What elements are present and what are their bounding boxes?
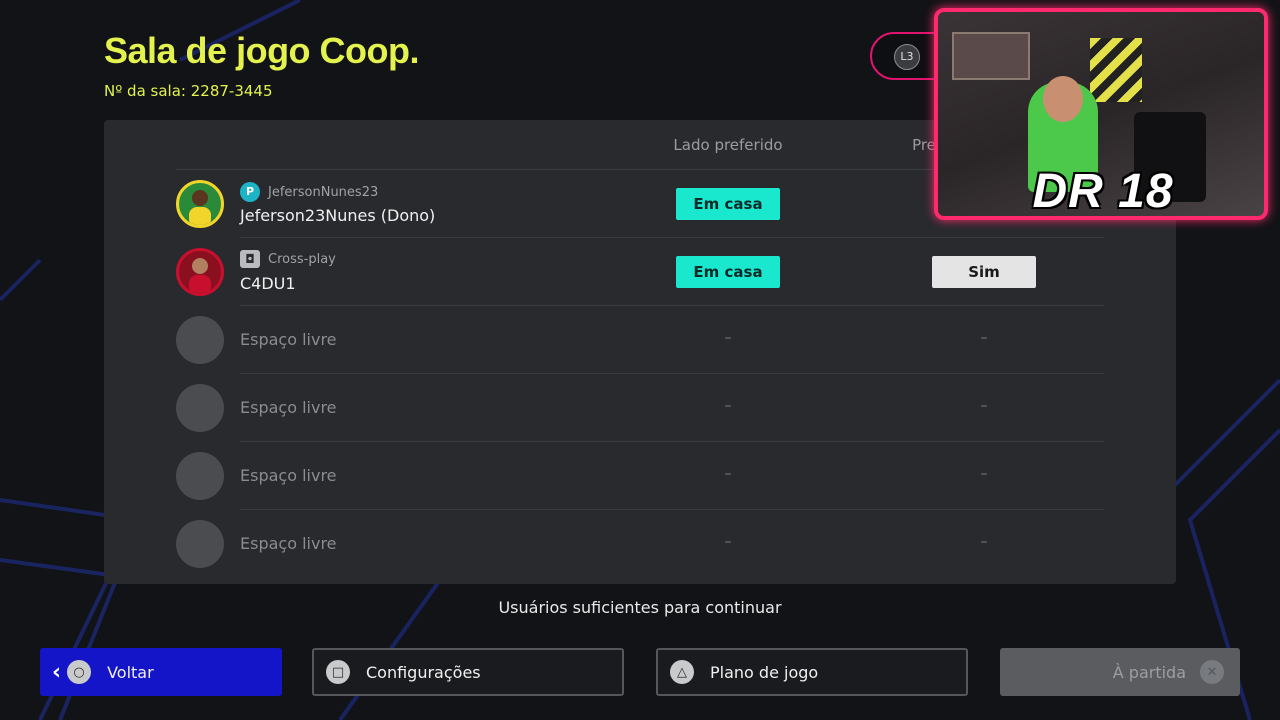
cross-button-icon: ✕ — [1200, 660, 1224, 684]
back-label: Voltar — [107, 662, 154, 682]
empty-side: – — [724, 534, 732, 550]
square-button-icon: □ — [326, 660, 350, 684]
settings-label: Configurações — [366, 662, 481, 682]
streamer-head — [1043, 76, 1083, 122]
streamer-name: DR 18 GAMER — [1032, 165, 1174, 218]
table-row[interactable]: Espaço livre – – — [104, 442, 1176, 510]
empty-ready: – — [980, 330, 988, 346]
column-preferred-side: Lado preferido — [673, 136, 783, 154]
to-match-button[interactable]: À partida ✕ — [1000, 648, 1240, 696]
player-name: Jeferson23Nunes (Dono) — [240, 206, 436, 225]
table-row[interactable]: Espaço livre – – — [104, 306, 1176, 374]
avatar-placeholder — [176, 316, 224, 364]
to-match-label: À partida — [1112, 662, 1186, 682]
page-title: Sala de jogo Coop. — [104, 30, 420, 71]
free-slot-label: Espaço livre — [240, 534, 337, 553]
preferred-side-button[interactable]: Em casa — [676, 256, 780, 288]
playstation-icon: P — [240, 182, 260, 202]
ready-button[interactable]: Sim — [932, 256, 1036, 288]
empty-ready: – — [980, 534, 988, 550]
avatar-placeholder — [176, 384, 224, 432]
l3-button-icon: L3 — [894, 44, 920, 70]
free-slot-label: Espaço livre — [240, 330, 337, 349]
empty-side: – — [724, 398, 732, 414]
free-slot-label: Espaço livre — [240, 466, 337, 485]
free-slot-label: Espaço livre — [240, 398, 337, 417]
chevron-left-icon: ‹ — [52, 659, 62, 685]
empty-side: – — [724, 330, 732, 346]
preferred-side-button[interactable]: Em casa — [676, 188, 780, 220]
avatar-placeholder — [176, 520, 224, 568]
avatar — [176, 180, 224, 228]
status-message: Usuários suficientes para continuar — [498, 598, 782, 617]
jersey — [1090, 38, 1142, 102]
gamepad-icon: ◘ — [240, 250, 260, 268]
account-name: Cross-play — [268, 251, 336, 267]
poster — [952, 32, 1030, 80]
avatar — [176, 248, 224, 296]
game-plan-button[interactable]: △ Plano de jogo — [656, 648, 968, 696]
account-name: JefersonNunes23 — [268, 184, 379, 200]
back-button[interactable]: ‹ ○ Voltar — [40, 648, 282, 696]
table-row[interactable]: Espaço livre – – — [104, 510, 1176, 578]
circle-button-icon: ○ — [67, 660, 92, 684]
table-row[interactable]: Espaço livre – – — [104, 374, 1176, 442]
table-row[interactable]: ◘ Cross-play C4DU1 Em casa Sim — [104, 238, 1176, 306]
settings-button[interactable]: □ Configurações — [312, 648, 624, 696]
empty-ready: – — [980, 466, 988, 482]
empty-ready: – — [980, 398, 988, 414]
triangle-button-icon: △ — [670, 660, 694, 684]
game-plan-label: Plano de jogo — [710, 662, 819, 682]
empty-side: – — [724, 466, 732, 482]
room-number: Nº da sala: 2287-3445 — [104, 82, 273, 100]
avatar-placeholder — [176, 452, 224, 500]
player-name: C4DU1 — [240, 274, 296, 293]
webcam-overlay: DR 18 GAMER — [934, 8, 1268, 220]
